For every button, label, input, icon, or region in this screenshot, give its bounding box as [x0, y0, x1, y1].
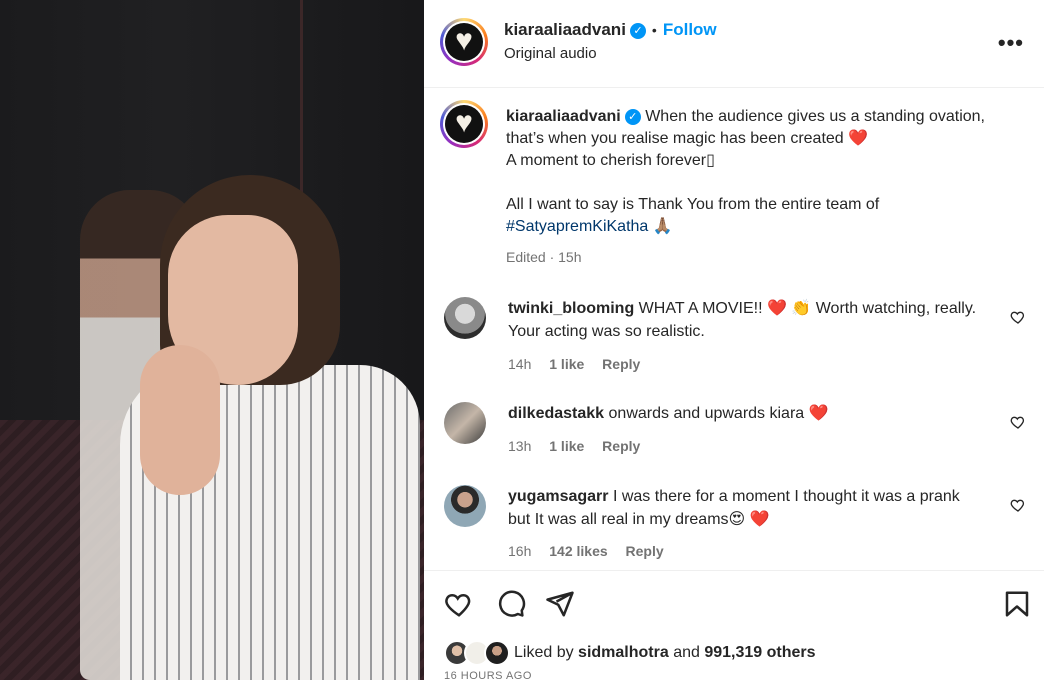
small-heart-icon[interactable] — [1010, 497, 1026, 513]
comment-time[interactable]: 14h — [508, 356, 531, 372]
comment-content: onwards and upwards kiara ❤️ — [608, 405, 829, 422]
comment-likes[interactable]: 142 likes — [549, 543, 607, 559]
liked-by-row: Liked by sidmalhotra and 991,319 others — [444, 638, 1034, 670]
post-video[interactable] — [0, 0, 424, 680]
reply-button[interactable]: Reply — [602, 356, 640, 372]
verified-icon: ✓ — [629, 22, 646, 39]
comment-meta: 16h 142 likes Reply — [508, 543, 678, 559]
comment-text: twinki_blooming WHAT A MOVIE!! ❤️ 👏 Wort… — [508, 297, 978, 343]
separator-dot: • — [651, 22, 657, 38]
comment-meta: 13h 1 like Reply — [508, 438, 654, 454]
comment-text: yugamsagarr I was there for a moment I t… — [508, 485, 978, 531]
comment-time[interactable]: 16h — [508, 543, 531, 559]
comment-icon[interactable] — [496, 589, 526, 619]
liked-by-text: Liked by sidmalhotra and 991,319 others — [514, 644, 816, 662]
liked-by-prefix: Liked by — [514, 644, 574, 661]
caption-author-avatar[interactable] — [440, 100, 488, 148]
commenter-avatar[interactable] — [444, 402, 486, 444]
author-username[interactable]: kiaraaliaadvani — [504, 20, 626, 39]
share-icon[interactable] — [545, 589, 575, 619]
commenter-username[interactable]: twinki_blooming — [508, 300, 634, 317]
video-person-foreground — [120, 175, 420, 680]
commenter-username[interactable]: dilkedastakk — [508, 405, 604, 422]
logo-heart-icon — [445, 105, 483, 143]
verified-icon: ✓ — [624, 108, 641, 125]
action-bar — [424, 570, 1044, 636]
commenter-avatar[interactable] — [444, 297, 486, 339]
liked-by-and: and — [673, 644, 700, 661]
author-avatar[interactable] — [440, 18, 488, 66]
post-header: kiaraaliaadvani✓ • Follow Original audio •… — [424, 0, 1044, 88]
red-heart-emoji: ❤️ — [848, 130, 869, 147]
comment-time[interactable]: 13h — [508, 438, 531, 454]
follow-button[interactable]: Follow — [663, 20, 717, 39]
heart-icon[interactable] — [444, 589, 474, 619]
small-heart-icon[interactable] — [1010, 309, 1026, 325]
post-timestamp[interactable]: 16 HOURS AGO — [444, 670, 532, 680]
folded-hands — [140, 345, 220, 495]
post-side-panel: kiaraaliaadvani✓•Follow Original audio •… — [424, 0, 1044, 680]
reply-button[interactable]: Reply — [626, 543, 664, 559]
comment-likes[interactable]: 1 like — [549, 438, 584, 454]
more-options-icon[interactable]: ••• — [998, 30, 1024, 56]
bookmark-icon[interactable] — [1002, 589, 1032, 619]
audio-label[interactable]: Original audio — [504, 45, 597, 62]
reply-button[interactable]: Reply — [602, 438, 640, 454]
comment-meta: 14h 1 like Reply — [508, 356, 654, 372]
liked-by-count[interactable]: 991,319 others — [704, 644, 815, 661]
hashtag-link[interactable]: #SatyapremKiKatha — [506, 218, 648, 235]
caption-line-3: All I want to say is Thank You from the … — [506, 196, 880, 213]
commenter-username[interactable]: yugamsagarr — [508, 488, 609, 505]
small-heart-icon[interactable] — [1010, 414, 1026, 430]
caption-line-2: A moment to cherish forever▯ — [506, 152, 715, 169]
comment-likes[interactable]: 1 like — [549, 356, 584, 372]
logo-heart-icon — [445, 23, 483, 61]
caption-meta: Edited · 15h — [506, 249, 582, 265]
commenter-avatar[interactable] — [444, 485, 486, 527]
caption-text: kiaraaliaadvani ✓ When the audience gives… — [506, 106, 1006, 268]
liker-avatar[interactable] — [484, 640, 510, 666]
caption-username[interactable]: kiaraaliaadvani — [506, 108, 621, 125]
comment-text: dilkedastakk onwards and upwards kiara ❤… — [508, 402, 978, 425]
folded-hands-emoji: 🙏🏽 — [652, 218, 673, 235]
liked-by-user[interactable]: sidmalhotra — [578, 644, 669, 661]
